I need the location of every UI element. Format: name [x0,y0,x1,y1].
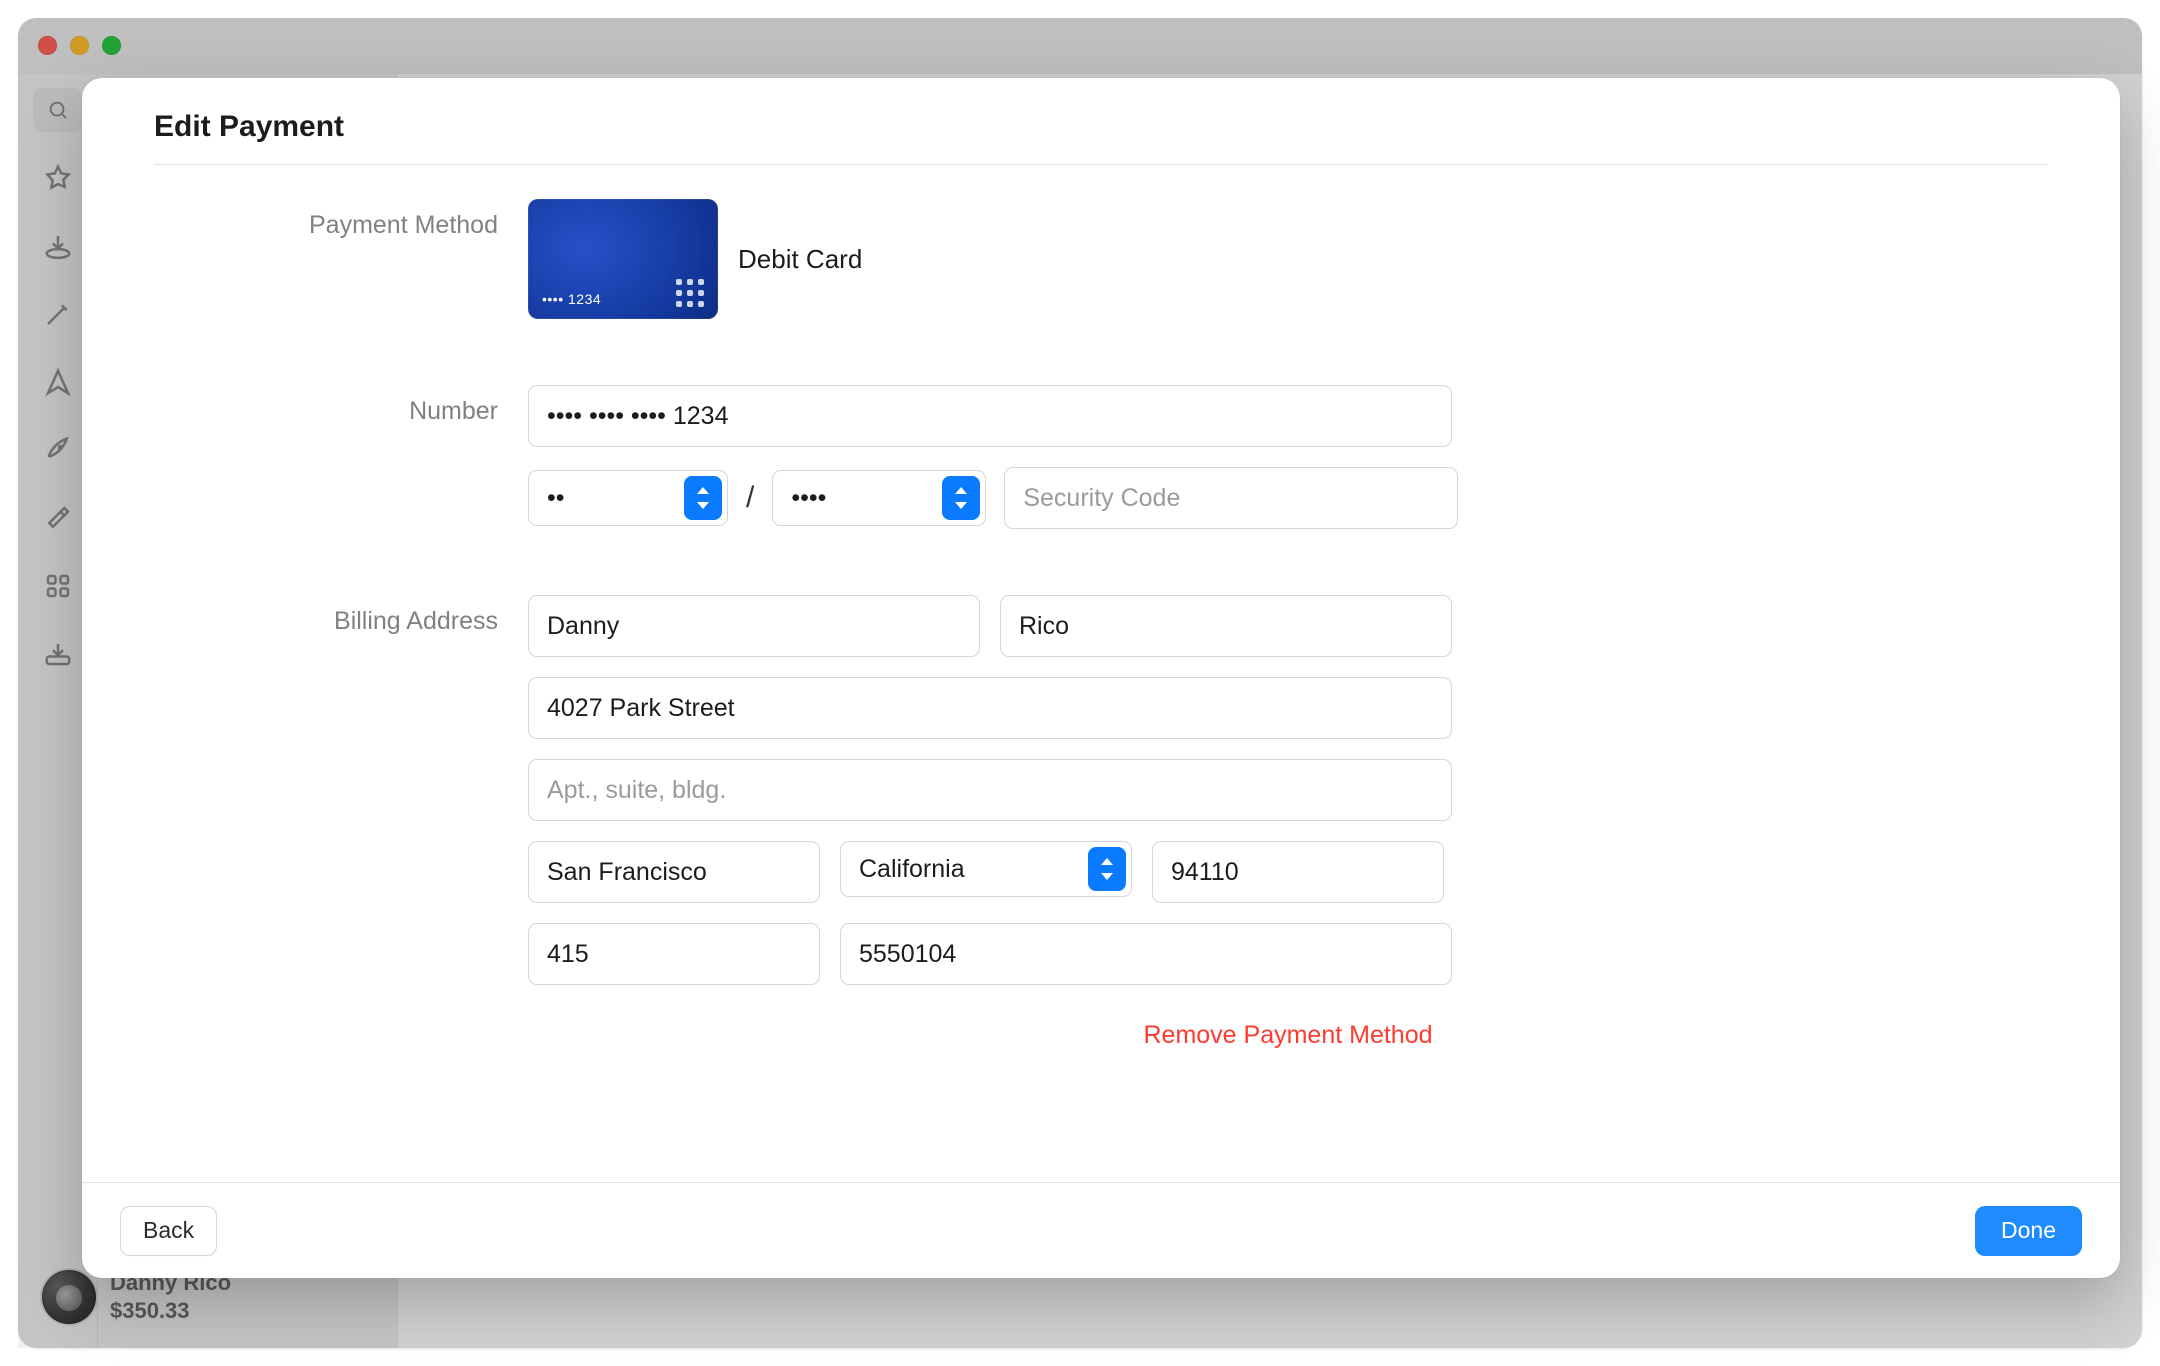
star-icon [43,163,73,193]
sidebar-work[interactable] [40,364,76,400]
remove-payment-link[interactable]: Remove Payment Method [1143,1021,1432,1050]
exp-separator: / [746,481,754,515]
card-preview: •••• 1234 [528,199,718,319]
titlebar [18,18,2142,74]
exp-month-select[interactable]: •• [528,470,728,526]
search-icon [47,99,69,121]
window-minimize-button[interactable] [70,36,89,55]
done-button[interactable]: Done [1975,1206,2082,1256]
account-balance: $350.33 [110,1297,231,1325]
cvv-input[interactable] [1004,467,1458,529]
sidebar-discover[interactable] [40,160,76,196]
card-type-label: Debit Card [738,244,862,275]
phone-area-input[interactable] [528,923,820,985]
sidebar-develop[interactable] [40,500,76,536]
hammer-icon [43,503,73,533]
sidebar-create[interactable] [40,296,76,332]
back-button[interactable]: Back [120,1206,217,1256]
sidebar-play[interactable] [40,432,76,468]
card-number-label: Number [154,385,504,426]
stepper-icon [684,476,722,520]
exp-month-value: •• [547,484,565,513]
window-close-button[interactable] [38,36,57,55]
phone-number-input[interactable] [840,923,1452,985]
sidebar-search[interactable] [33,88,83,132]
street-input[interactable] [528,677,1452,739]
billing-address-label: Billing Address [154,595,504,636]
payment-method-label: Payment Method [154,199,504,240]
city-input[interactable] [528,841,820,903]
compass-icon [43,367,73,397]
sidebar-updates[interactable] [40,636,76,672]
exp-year-select[interactable]: •••• [772,470,986,526]
exp-year-value: •••• [791,484,826,513]
state-select[interactable]: California [840,841,1132,897]
grid-icon [43,571,73,601]
last-name-input[interactable] [1000,595,1452,657]
state-value: California [859,855,965,884]
rocket-icon [43,435,73,465]
street2-input[interactable] [528,759,1452,821]
sidebar-arcade[interactable] [40,228,76,264]
stepper-icon [1088,847,1126,891]
sheet-title: Edit Payment [154,110,2048,144]
tray-download-icon [43,639,73,669]
stepper-icon [942,476,980,520]
wand-icon [43,299,73,329]
edit-payment-sheet: Edit Payment Payment Method •••• 1234 [82,78,2120,1278]
first-name-input[interactable] [528,595,980,657]
window-zoom-button[interactable] [102,36,121,55]
card-number-input[interactable] [528,385,1452,447]
download-icon [43,231,73,261]
traffic-lights [38,36,121,55]
sidebar-categories[interactable] [40,568,76,604]
zip-input[interactable] [1152,841,1444,903]
card-preview-last4: •••• 1234 [542,291,601,307]
